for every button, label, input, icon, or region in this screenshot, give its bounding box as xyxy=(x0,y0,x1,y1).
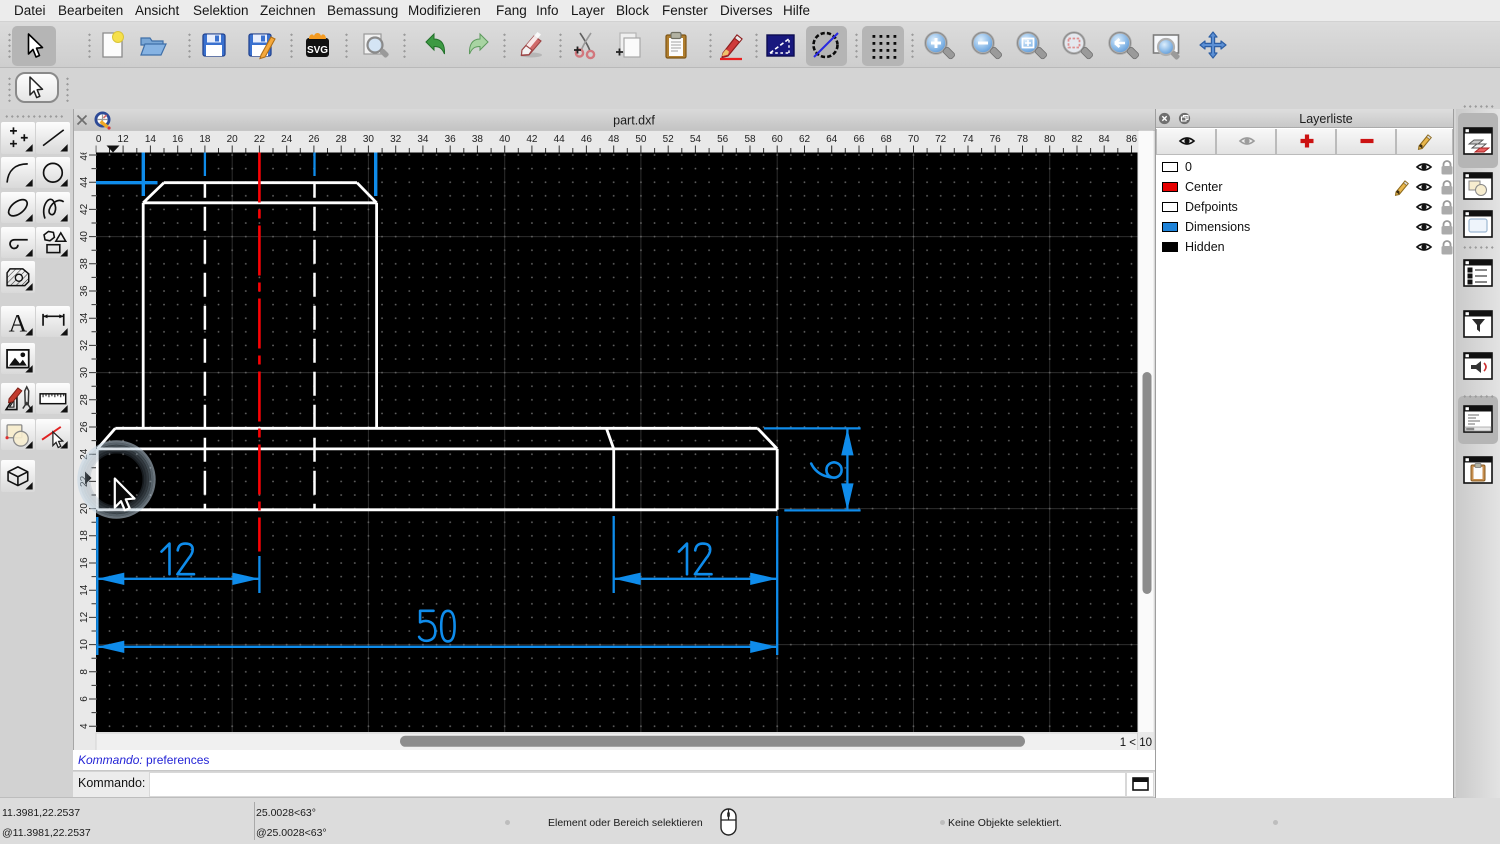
svg-text:14: 14 xyxy=(79,584,90,596)
svg-text:34: 34 xyxy=(79,312,90,324)
svg-text:38: 38 xyxy=(472,134,484,145)
svg-text:82: 82 xyxy=(1071,134,1083,145)
svg-text:40: 40 xyxy=(499,134,511,145)
svg-text:68: 68 xyxy=(881,134,893,145)
svg-text:30: 30 xyxy=(79,367,90,379)
svg-text:56: 56 xyxy=(717,134,729,145)
svg-text:24: 24 xyxy=(281,134,293,145)
svg-text:36: 36 xyxy=(445,134,457,145)
svg-text:50: 50 xyxy=(635,134,647,145)
svg-text:6: 6 xyxy=(79,696,90,702)
svg-text:48: 48 xyxy=(608,134,620,145)
svg-text:80: 80 xyxy=(1044,134,1056,145)
svg-text:58: 58 xyxy=(744,134,756,145)
svg-text:72: 72 xyxy=(935,134,947,145)
svg-text:42: 42 xyxy=(79,203,90,215)
svg-text:32: 32 xyxy=(390,134,402,145)
svg-text:74: 74 xyxy=(962,134,974,145)
svg-text:46: 46 xyxy=(581,134,593,145)
svg-text:10: 10 xyxy=(79,639,90,651)
svg-text:66: 66 xyxy=(853,134,865,145)
svg-text:44: 44 xyxy=(79,176,90,188)
svg-text:64: 64 xyxy=(826,134,838,145)
svg-text:34: 34 xyxy=(417,134,429,145)
svg-text:20: 20 xyxy=(227,134,239,145)
svg-text:28: 28 xyxy=(336,134,348,145)
svg-text:60: 60 xyxy=(772,134,784,145)
svg-text:32: 32 xyxy=(79,339,90,351)
svg-text:30: 30 xyxy=(363,134,375,145)
svg-text:28: 28 xyxy=(79,394,90,406)
svg-text:22: 22 xyxy=(254,134,266,145)
svg-text:70: 70 xyxy=(908,134,920,145)
svg-text:36: 36 xyxy=(79,285,90,297)
svg-text:16: 16 xyxy=(79,557,90,569)
svg-text:18: 18 xyxy=(79,530,90,542)
svg-text:26: 26 xyxy=(308,134,320,145)
svg-text:38: 38 xyxy=(79,258,90,270)
svg-text:12: 12 xyxy=(79,611,90,623)
svg-text:86: 86 xyxy=(1126,134,1138,145)
svg-text:8: 8 xyxy=(79,669,90,675)
svg-text:84: 84 xyxy=(1099,134,1111,145)
svg-text:4: 4 xyxy=(79,723,90,729)
svg-text:76: 76 xyxy=(990,134,1002,145)
svg-text:1 < 10: 1 < 10 xyxy=(1120,737,1152,749)
svg-text:78: 78 xyxy=(1017,134,1029,145)
svg-text:40: 40 xyxy=(79,231,90,243)
svg-text:12: 12 xyxy=(118,134,130,145)
svg-text:18: 18 xyxy=(199,134,211,145)
svg-text:14: 14 xyxy=(145,134,157,145)
svg-text:part.dxf: part.dxf xyxy=(613,114,655,128)
svg-text:26: 26 xyxy=(79,421,90,433)
svg-text:54: 54 xyxy=(690,134,702,145)
svg-text:44: 44 xyxy=(554,134,566,145)
svg-text:SVG: SVG xyxy=(307,45,328,56)
svg-text:42: 42 xyxy=(526,134,538,145)
svg-text:62: 62 xyxy=(799,134,811,145)
svg-text:52: 52 xyxy=(663,134,675,145)
svg-text:16: 16 xyxy=(172,134,184,145)
svg-text:A: A xyxy=(9,308,28,337)
